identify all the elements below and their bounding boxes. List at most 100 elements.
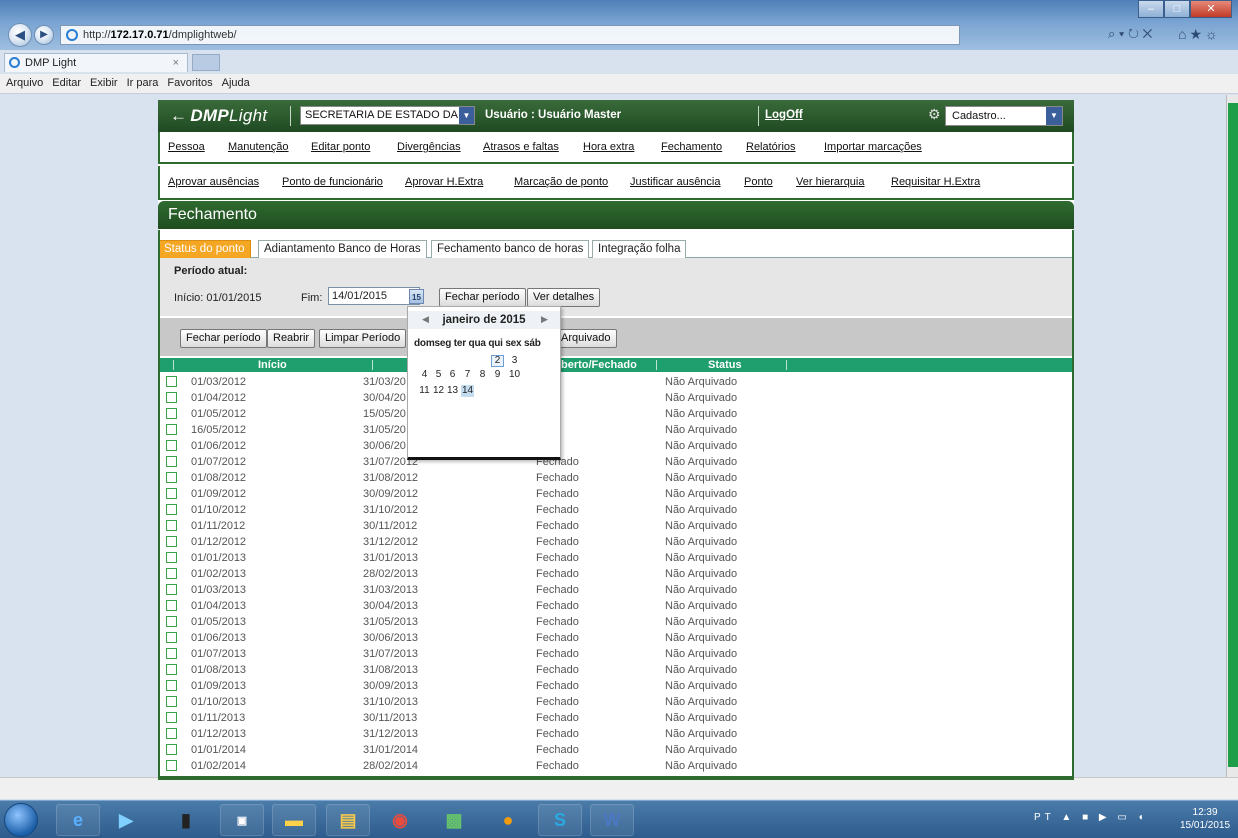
table-row[interactable]: 01/04/201230/04/20adoNão Arquivado xyxy=(158,390,1074,406)
row-checkbox[interactable] xyxy=(166,584,177,595)
nav-ver-hierarquia[interactable]: Ver hierarquia xyxy=(796,176,865,188)
nav-ponto-de-funcionario[interactable]: Ponto de funcionário xyxy=(282,176,383,188)
ie-icon[interactable]: e xyxy=(56,804,100,836)
calendar-day[interactable]: 6 xyxy=(446,369,459,381)
calendar-day[interactable]: 3 xyxy=(508,355,521,367)
nav-fechamento[interactable]: Fechamento xyxy=(661,141,722,153)
organization-select[interactable]: SECRETARIA DE ESTADO DA SAU ▼ xyxy=(300,106,475,125)
back-icon[interactable]: ◀ xyxy=(8,23,32,47)
calendar-day[interactable]: 11 xyxy=(418,385,431,397)
nav-marcacao-de-ponto[interactable]: Marcação de ponto xyxy=(514,176,608,188)
calendar-icon[interactable]: 15 xyxy=(409,289,424,304)
row-checkbox[interactable] xyxy=(166,440,177,451)
calendar-day[interactable]: 4 xyxy=(418,369,431,381)
home-favorites-tools-icon[interactable]: ⌂★☼ xyxy=(1178,26,1221,43)
menu-exibir[interactable]: Exibir xyxy=(90,74,118,93)
battery-icon[interactable]: ▮ xyxy=(164,804,208,836)
table-row[interactable]: 01/02/2014 28/02/2014 Fechado Não Arquivado xyxy=(158,758,1074,774)
nav-aprovar-ausencias[interactable]: Aprovar ausências xyxy=(168,176,259,188)
vertical-scrollbar[interactable] xyxy=(1226,95,1238,777)
ver-detalhes-button[interactable]: Ver detalhes xyxy=(527,288,601,307)
folder-icon[interactable]: ▬ xyxy=(272,804,316,836)
language-indicator[interactable]: PT xyxy=(1034,812,1055,823)
tab-close-icon[interactable]: × xyxy=(173,54,179,72)
nav-aprovar-hextra[interactable]: Aprovar H.Extra xyxy=(405,176,483,188)
system-clock[interactable]: 12:39 15/01/2015 xyxy=(1180,806,1230,832)
menu-ir-para[interactable]: Ir para xyxy=(127,74,159,93)
table-row[interactable]: 01/01/2013 31/01/2013 Fechado Não Arquivado xyxy=(158,550,1074,566)
menu-arquivo[interactable]: Arquivo xyxy=(6,74,43,93)
calendar-day[interactable]: 10 xyxy=(508,369,521,381)
new-tab-button[interactable] xyxy=(192,54,220,71)
close-window-button[interactable]: ✕ xyxy=(1190,0,1232,18)
cadastro-select[interactable]: Cadastro... ▼ xyxy=(945,106,1063,126)
menu-editar[interactable]: Editar xyxy=(52,74,81,93)
row-checkbox[interactable] xyxy=(166,568,177,579)
table-row[interactable]: 01/03/2013 31/03/2013 Fechado Não Arquivado xyxy=(158,582,1074,598)
row-checkbox[interactable] xyxy=(166,712,177,723)
word-icon[interactable]: W xyxy=(590,804,634,836)
table-row[interactable]: 01/04/2013 30/04/2013 Fechado Não Arquivado xyxy=(158,598,1074,614)
row-checkbox[interactable] xyxy=(166,696,177,707)
logoff-link[interactable]: LogOff xyxy=(765,109,803,121)
calendar-day[interactable]: 14 xyxy=(461,385,474,397)
start-button[interactable] xyxy=(4,803,38,837)
calendar-day[interactable]: 9 xyxy=(491,369,504,381)
gear-icon[interactable]: ⚙ xyxy=(928,106,941,123)
row-checkbox[interactable] xyxy=(166,472,177,483)
prev-month-icon[interactable]: ◀ xyxy=(422,314,429,325)
table-row[interactable]: 01/07/2012 31/07/2012 Fechado Não Arquivado xyxy=(158,454,1074,470)
row-checkbox[interactable] xyxy=(166,680,177,691)
media-icon[interactable]: ▶ xyxy=(104,804,148,836)
calendar-day[interactable]: 8 xyxy=(476,369,489,381)
table-row[interactable]: 01/10/2012 31/10/2012 Fechado Não Arquivado xyxy=(158,502,1074,518)
row-checkbox[interactable] xyxy=(166,744,177,755)
nav-pessoa[interactable]: Pessoa xyxy=(168,141,205,153)
nav-ponto[interactable]: Ponto xyxy=(744,176,773,188)
table-row[interactable]: 01/08/2013 31/08/2013 Fechado Não Arquivado xyxy=(158,662,1074,678)
row-checkbox[interactable] xyxy=(166,376,177,387)
firefox-icon[interactable]: ● xyxy=(486,804,530,836)
row-checkbox[interactable] xyxy=(166,664,177,675)
browser-tab[interactable]: DMP Light × xyxy=(4,53,188,72)
table-row[interactable]: 01/03/201231/03/20adoNão Arquivado xyxy=(158,374,1074,390)
row-checkbox[interactable] xyxy=(166,648,177,659)
table-row[interactable]: 01/11/2013 30/11/2013 Fechado Não Arquivado xyxy=(158,710,1074,726)
row-checkbox[interactable] xyxy=(166,600,177,611)
explorer-icon[interactable]: ▤ xyxy=(326,804,370,836)
reabrir-button[interactable]: Reabrir xyxy=(267,329,316,348)
tab-integracao-folha[interactable]: Integração folha xyxy=(592,240,687,258)
menu-ajuda[interactable]: Ajuda xyxy=(222,74,250,93)
table-row[interactable]: 01/01/2014 31/01/2014 Fechado Não Arquivado xyxy=(158,742,1074,758)
row-checkbox[interactable] xyxy=(166,504,177,515)
nav-manutencao[interactable]: Manutenção xyxy=(228,141,289,153)
fechar-periodo-button[interactable]: Fechar período xyxy=(180,329,267,348)
table-row[interactable]: 01/02/2013 28/02/2013 Fechado Não Arquivado xyxy=(158,566,1074,582)
fechar-periodo-top-button[interactable]: Fechar período xyxy=(439,288,526,307)
maximize-button[interactable]: □ xyxy=(1164,0,1190,18)
calendar-day[interactable]: 7 xyxy=(461,369,474,381)
table-row[interactable]: 01/09/2012 30/09/2012 Fechado Não Arquivado xyxy=(158,486,1074,502)
nav-requisitar-hextra[interactable]: Requisitar H.Extra xyxy=(891,176,980,188)
table-row[interactable]: 01/06/2013 30/06/2013 Fechado Não Arquivado xyxy=(158,630,1074,646)
menu-favoritos[interactable]: Favoritos xyxy=(167,74,212,93)
row-checkbox[interactable] xyxy=(166,456,177,467)
row-checkbox[interactable] xyxy=(166,728,177,739)
chrome-icon[interactable]: ◉ xyxy=(378,804,422,836)
nav-justificar-ausencia[interactable]: Justificar ausência xyxy=(630,176,721,188)
table-row[interactable]: 16/05/201231/05/20adoNão Arquivado xyxy=(158,422,1074,438)
address-bar[interactable]: http://172.17.0.71/dmplightweb/ xyxy=(60,25,960,45)
calendar-day[interactable]: 2 xyxy=(491,355,504,367)
system-tray[interactable]: PT ▲ ■ ▶ ▭ ◖ xyxy=(1034,812,1148,823)
table-row[interactable]: 01/09/2013 30/09/2013 Fechado Não Arquivado xyxy=(158,678,1074,694)
skype-icon[interactable]: S xyxy=(538,804,582,836)
table-row[interactable]: 01/12/2012 31/12/2012 Fechado Não Arquivado xyxy=(158,534,1074,550)
row-checkbox[interactable] xyxy=(166,616,177,627)
table-row[interactable]: 01/08/2012 31/08/2012 Fechado Não Arquivado xyxy=(158,470,1074,486)
table-row[interactable]: 01/05/2013 31/05/2013 Fechado Não Arquivado xyxy=(158,614,1074,630)
table-row[interactable]: 01/11/2012 30/11/2012 Fechado Não Arquivado xyxy=(158,518,1074,534)
address-tools-icon[interactable]: ⌕ ▾ ↻ ✕ xyxy=(1108,26,1152,42)
minimize-button[interactable]: – xyxy=(1138,0,1164,18)
row-checkbox[interactable] xyxy=(166,632,177,643)
nav-relatorios[interactable]: Relatórios xyxy=(746,141,796,153)
